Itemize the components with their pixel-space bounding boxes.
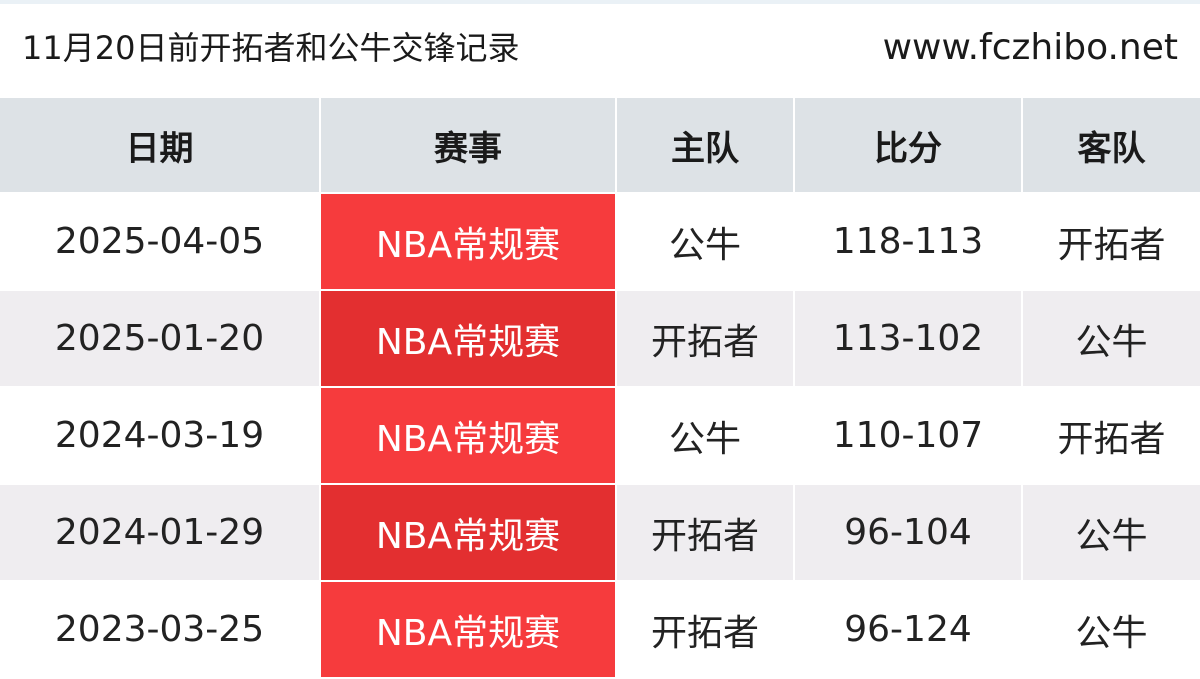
cell-event: NBA常规赛	[320, 484, 617, 582]
cell-away: 公牛	[1022, 581, 1200, 679]
site-url: www.fczhibo.net	[882, 27, 1178, 68]
table-header-row: 日期 赛事 主队 比分 客队	[0, 98, 1200, 194]
cell-date: 2025-04-05	[0, 193, 321, 291]
page-title: 11月20日前开拓者和公牛交锋记录	[22, 29, 520, 67]
cell-away: 开拓者	[1022, 193, 1200, 291]
table-row: 2025-04-05 NBA常规赛 公牛 118-113 开拓者	[0, 193, 1200, 291]
cell-score: 96-124	[794, 581, 1023, 679]
column-header-date: 日期	[0, 98, 321, 194]
cell-date: 2023-03-25	[0, 581, 321, 679]
page: 11月20日前开拓者和公牛交锋记录 www.fczhibo.net 日期 赛事 …	[0, 0, 1200, 679]
cell-event: NBA常规赛	[320, 581, 617, 679]
cell-score: 118-113	[794, 193, 1023, 291]
cell-home: 开拓者	[616, 484, 795, 582]
cell-event: NBA常规赛	[320, 387, 617, 485]
table-row: 2023-03-25 NBA常规赛 开拓者 96-124 公牛	[0, 581, 1200, 679]
table-row: 2024-01-29 NBA常规赛 开拓者 96-104 公牛	[0, 484, 1200, 582]
column-header-event: 赛事	[320, 98, 617, 194]
cell-score: 110-107	[794, 387, 1023, 485]
table-row: 2024-03-19 NBA常规赛 公牛 110-107 开拓者	[0, 387, 1200, 485]
cell-away: 公牛	[1022, 484, 1200, 582]
cell-home: 开拓者	[616, 290, 795, 388]
column-header-away: 客队	[1022, 98, 1200, 194]
table-row: 2025-01-20 NBA常规赛 开拓者 113-102 公牛	[0, 290, 1200, 388]
cell-score: 96-104	[794, 484, 1023, 582]
column-header-score: 比分	[794, 98, 1023, 194]
cell-home: 公牛	[616, 387, 795, 485]
cell-home: 开拓者	[616, 581, 795, 679]
cell-date: 2024-01-29	[0, 484, 321, 582]
cell-date: 2025-01-20	[0, 290, 321, 388]
records-table: 日期 赛事 主队 比分 客队 2025-04-05 NBA常规赛 公牛 118-…	[0, 98, 1200, 679]
page-header: 11月20日前开拓者和公牛交锋记录 www.fczhibo.net	[0, 0, 1200, 98]
cell-event: NBA常规赛	[320, 193, 617, 291]
cell-date: 2024-03-19	[0, 387, 321, 485]
cell-away: 开拓者	[1022, 387, 1200, 485]
column-header-home: 主队	[616, 98, 795, 194]
cell-away: 公牛	[1022, 290, 1200, 388]
cell-event: NBA常规赛	[320, 290, 617, 388]
cell-home: 公牛	[616, 193, 795, 291]
cell-score: 113-102	[794, 290, 1023, 388]
header-top-line	[0, 0, 1200, 4]
